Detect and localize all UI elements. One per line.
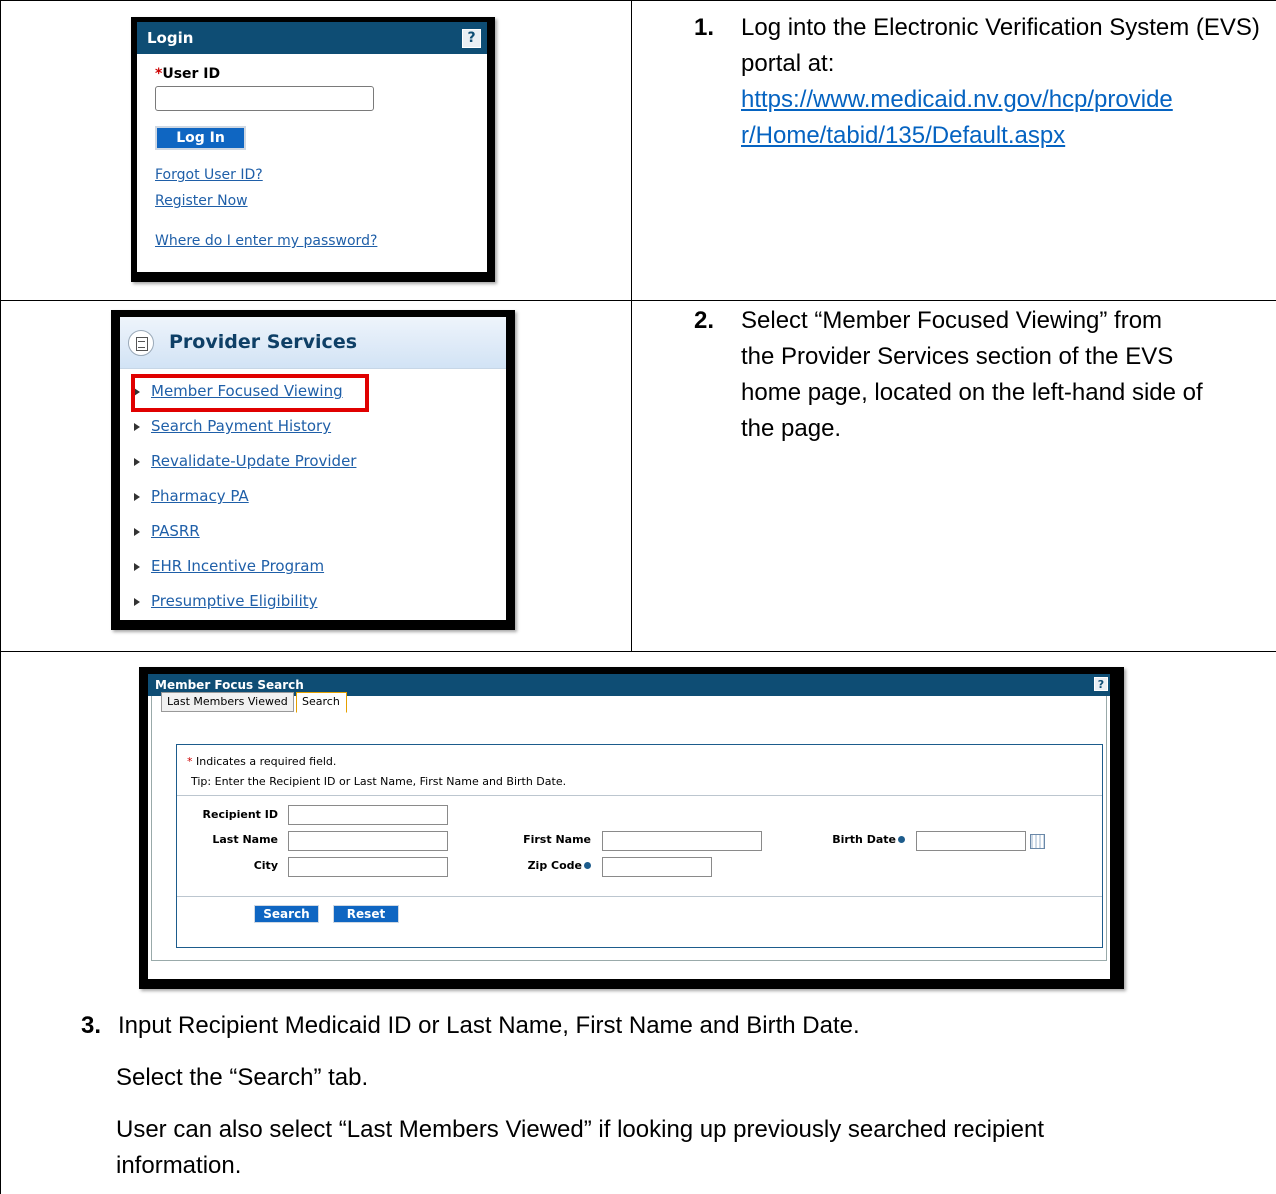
- zip-code-label: Zip Code: [477, 859, 591, 872]
- provider-services-panel: Provider Services Member Focused Viewing…: [120, 317, 506, 620]
- step-1-intro: Log into the Electronic Verification Sys…: [741, 14, 1260, 77]
- step-3-line2: Select the “Search” tab.: [116, 1064, 369, 1091]
- row-divider-2: [0, 651, 1276, 652]
- login-header: Login ?: [137, 22, 487, 54]
- first-name-label: First Name: [523, 833, 591, 846]
- step-2-line: the Provider Services section of the EVS: [741, 343, 1174, 370]
- column-divider: [631, 0, 632, 652]
- step-2-line: home page, located on the left-hand side…: [741, 379, 1203, 406]
- user-id-input[interactable]: [155, 86, 374, 111]
- step-3-line3-b: information.: [116, 1152, 242, 1179]
- login-panel: Login ? *User ID Log In Forgot User ID? …: [137, 22, 487, 272]
- provider-services-header: Provider Services: [120, 317, 506, 369]
- highlight-box: [131, 374, 369, 412]
- step-3-line1: Input Recipient Medicaid ID or Last Name…: [118, 1012, 860, 1039]
- search-button[interactable]: Search: [254, 905, 319, 923]
- register-now-link[interactable]: Register Now: [155, 193, 248, 209]
- info-icon[interactable]: [898, 836, 905, 843]
- required-note: * Indicates a required field.: [187, 755, 336, 768]
- menu-item-label[interactable]: PASRR: [151, 522, 200, 540]
- first-name-input[interactable]: [602, 831, 762, 851]
- menu-item-label[interactable]: EHR Incentive Program: [151, 557, 324, 575]
- last-name-label: Last Name: [212, 833, 278, 846]
- step-2-line: the page.: [741, 415, 842, 442]
- step-3-line3-a: User can also select “Last Members Viewe…: [116, 1116, 1044, 1143]
- row-divider-1: [0, 300, 1276, 301]
- member-focus-search-screenshot: Member Focus Search ? Last Members Viewe…: [139, 667, 1124, 989]
- recipient-id-input[interactable]: [288, 805, 448, 825]
- last-name-input[interactable]: [288, 831, 448, 851]
- zip-code-input[interactable]: [602, 857, 712, 877]
- tab-search[interactable]: Search: [296, 692, 347, 713]
- help-icon[interactable]: ?: [1094, 677, 1108, 691]
- info-icon[interactable]: [584, 862, 591, 869]
- help-icon[interactable]: ?: [462, 29, 481, 48]
- step-1-number: 1.: [694, 14, 715, 41]
- member-focus-search-title: Member Focus Search: [155, 678, 304, 692]
- step-3-line3: User can also select “Last Members Viewe…: [116, 1112, 1266, 1184]
- city-input[interactable]: [288, 857, 448, 877]
- form-divider: [177, 795, 1102, 796]
- member-focus-search-panel: Member Focus Search ? Last Members Viewe…: [148, 674, 1110, 979]
- required-note-text: Indicates a required field.: [192, 755, 337, 768]
- zip-code-label-text: Zip Code: [527, 859, 582, 872]
- forgot-user-id-link[interactable]: Forgot User ID?: [155, 167, 263, 183]
- calendar-icon[interactable]: [1030, 834, 1045, 849]
- evs-portal-link-line2[interactable]: r/Home/tabid/135/Default.aspx: [741, 118, 1261, 154]
- menu-item-label[interactable]: Pharmacy PA: [151, 487, 249, 505]
- arrow-right-icon: [134, 458, 140, 466]
- step-2-text: Select “Member Focused Viewing” from the…: [741, 303, 1271, 447]
- birth-date-label-text: Birth Date: [832, 833, 896, 846]
- evs-portal-link-line1[interactable]: https://www.medicaid.nv.gov/hcp/provide: [741, 82, 1261, 118]
- table-border-left: [0, 0, 1, 1194]
- menu-item-label[interactable]: Search Payment History: [151, 417, 331, 435]
- user-id-label: *User ID: [155, 66, 220, 82]
- birth-date-label: Birth Date: [797, 833, 905, 846]
- search-tip: Tip: Enter the Recipient ID or Last Name…: [191, 775, 567, 788]
- birth-date-input[interactable]: [916, 831, 1026, 851]
- login-title: Login: [147, 29, 194, 47]
- document-icon: [128, 330, 154, 356]
- arrow-right-icon: [134, 493, 140, 501]
- user-id-label-text: User ID: [162, 66, 221, 82]
- city-label: City: [253, 859, 278, 872]
- provider-services-screenshot: Provider Services Member Focused Viewing…: [111, 310, 515, 630]
- step-2-number: 2.: [694, 307, 715, 334]
- form-divider: [177, 896, 1102, 897]
- arrow-right-icon: [134, 598, 140, 606]
- recipient-id-label: Recipient ID: [202, 808, 278, 821]
- login-screenshot: Login ? *User ID Log In Forgot User ID? …: [131, 17, 495, 282]
- arrow-right-icon: [134, 528, 140, 536]
- log-in-button[interactable]: Log In: [155, 126, 246, 150]
- step-2-line: Select “Member Focused Viewing” from: [741, 307, 1163, 334]
- table-border-top: [0, 0, 1276, 1]
- step-1-text: Log into the Electronic Verification Sys…: [741, 10, 1261, 154]
- menu-item-label[interactable]: Revalidate-Update Provider: [151, 452, 356, 470]
- reset-button[interactable]: Reset: [333, 905, 399, 923]
- step-3-number: 3.: [81, 1012, 102, 1039]
- arrow-right-icon: [134, 423, 140, 431]
- arrow-right-icon: [134, 563, 140, 571]
- provider-services-title: Provider Services: [169, 331, 358, 353]
- search-form: * Indicates a required field. Tip: Enter…: [176, 744, 1103, 948]
- where-password-link[interactable]: Where do I enter my password?: [155, 233, 377, 249]
- tab-last-members-viewed[interactable]: Last Members Viewed: [161, 692, 294, 712]
- instruction-table: Login ? *User ID Log In Forgot User ID? …: [0, 0, 1276, 1194]
- menu-item-label[interactable]: Presumptive Eligibility: [151, 592, 318, 610]
